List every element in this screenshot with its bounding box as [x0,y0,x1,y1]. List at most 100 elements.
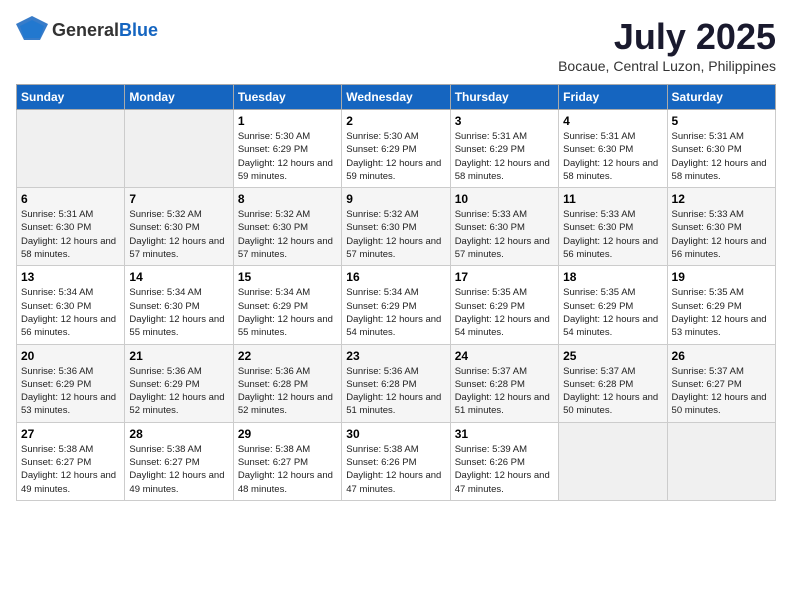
day-number: 23 [346,349,445,363]
day-number: 31 [455,427,554,441]
calendar-cell: 22 Sunrise: 5:36 AM Sunset: 6:28 PM Dayli… [233,344,341,422]
calendar-cell: 21 Sunrise: 5:36 AM Sunset: 6:29 PM Dayli… [125,344,233,422]
day-number: 21 [129,349,228,363]
calendar-cell: 4Sunrise: 5:31 AM Sunset: 6:30 PM Daylig… [559,110,667,188]
day-number: 22 [238,349,337,363]
day-number: 30 [346,427,445,441]
day-info: Sunrise: 5:31 AM Sunset: 6:30 PM Dayligh… [21,208,120,261]
day-number: 9 [346,192,445,206]
calendar-cell [17,110,125,188]
calendar-cell: 10Sunrise: 5:33 AM Sunset: 6:30 PM Dayli… [450,188,558,266]
day-number: 13 [21,270,120,284]
day-info: Sunrise: 5:37 AM Sunset: 6:27 PM Dayligh… [672,365,771,418]
calendar-cell: 9 Sunrise: 5:32 AM Sunset: 6:30 PM Daylig… [342,188,450,266]
calendar-cell: 16Sunrise: 5:34 AM Sunset: 6:29 PM Dayli… [342,266,450,344]
location-title: Bocaue, Central Luzon, Philippines [558,58,776,74]
calendar-cell: 7Sunrise: 5:32 AM Sunset: 6:30 PM Daylig… [125,188,233,266]
calendar-week-5: 27Sunrise: 5:38 AM Sunset: 6:27 PM Dayli… [17,422,776,500]
month-title: July 2025 [558,16,776,58]
day-info: Sunrise: 5:37 AM Sunset: 6:28 PM Dayligh… [455,365,554,418]
weekday-header-friday: Friday [559,85,667,110]
calendar-cell: 8Sunrise: 5:32 AM Sunset: 6:30 PM Daylig… [233,188,341,266]
day-info: Sunrise: 5:31 AM Sunset: 6:29 PM Dayligh… [455,130,554,183]
day-number: 14 [129,270,228,284]
day-info: Sunrise: 5:38 AM Sunset: 6:26 PM Dayligh… [346,443,445,496]
day-info: Sunrise: 5:38 AM Sunset: 6:27 PM Dayligh… [238,443,337,496]
day-number: 15 [238,270,337,284]
calendar-cell: 1 Sunrise: 5:30 AM Sunset: 6:29 PM Daylig… [233,110,341,188]
calendar-cell: 26 Sunrise: 5:37 AM Sunset: 6:27 PM Dayli… [667,344,775,422]
calendar-cell: 19Sunrise: 5:35 AM Sunset: 6:29 PM Dayli… [667,266,775,344]
calendar-cell: 5Sunrise: 5:31 AM Sunset: 6:30 PM Daylig… [667,110,775,188]
day-number: 28 [129,427,228,441]
weekday-header-wednesday: Wednesday [342,85,450,110]
weekday-header-tuesday: Tuesday [233,85,341,110]
weekday-header-row: SundayMondayTuesdayWednesdayThursdayFrid… [17,85,776,110]
day-info: Sunrise: 5:36 AM Sunset: 6:28 PM Dayligh… [238,365,337,418]
day-info: Sunrise: 5:33 AM Sunset: 6:30 PM Dayligh… [455,208,554,261]
day-number: 1 [238,114,337,128]
day-info: Sunrise: 5:32 AM Sunset: 6:30 PM Dayligh… [346,208,445,261]
day-info: Sunrise: 5:34 AM Sunset: 6:30 PM Dayligh… [21,286,120,339]
calendar-week-1: 1 Sunrise: 5:30 AM Sunset: 6:29 PM Daylig… [17,110,776,188]
calendar-cell: 11Sunrise: 5:33 AM Sunset: 6:30 PM Dayli… [559,188,667,266]
title-block: July 2025 Bocaue, Central Luzon, Philipp… [558,16,776,74]
calendar-cell: 18Sunrise: 5:35 AM Sunset: 6:29 PM Dayli… [559,266,667,344]
day-info: Sunrise: 5:33 AM Sunset: 6:30 PM Dayligh… [563,208,662,261]
calendar-cell: 17Sunrise: 5:35 AM Sunset: 6:29 PM Dayli… [450,266,558,344]
calendar-cell: 31 Sunrise: 5:39 AM Sunset: 6:26 PM Dayli… [450,422,558,500]
calendar-cell: 3 Sunrise: 5:31 AM Sunset: 6:29 PM Daylig… [450,110,558,188]
day-number: 18 [563,270,662,284]
calendar-cell: 30 Sunrise: 5:38 AM Sunset: 6:26 PM Dayli… [342,422,450,500]
calendar-cell: 13 Sunrise: 5:34 AM Sunset: 6:30 PM Dayli… [17,266,125,344]
day-number: 20 [21,349,120,363]
calendar-cell: 23 Sunrise: 5:36 AM Sunset: 6:28 PM Dayli… [342,344,450,422]
day-info: Sunrise: 5:34 AM Sunset: 6:30 PM Dayligh… [129,286,228,339]
logo-blue: Blue [119,20,158,40]
logo-icon [16,16,48,44]
day-number: 2 [346,114,445,128]
day-info: Sunrise: 5:36 AM Sunset: 6:29 PM Dayligh… [21,365,120,418]
weekday-header-thursday: Thursday [450,85,558,110]
calendar-week-2: 6 Sunrise: 5:31 AM Sunset: 6:30 PM Daylig… [17,188,776,266]
page-header: GeneralBlue July 2025 Bocaue, Central Lu… [16,16,776,74]
day-info: Sunrise: 5:31 AM Sunset: 6:30 PM Dayligh… [672,130,771,183]
day-info: Sunrise: 5:31 AM Sunset: 6:30 PM Dayligh… [563,130,662,183]
day-number: 25 [563,349,662,363]
day-number: 29 [238,427,337,441]
calendar-cell [667,422,775,500]
day-info: Sunrise: 5:33 AM Sunset: 6:30 PM Dayligh… [672,208,771,261]
day-info: Sunrise: 5:34 AM Sunset: 6:29 PM Dayligh… [238,286,337,339]
weekday-header-saturday: Saturday [667,85,775,110]
calendar-cell: 25Sunrise: 5:37 AM Sunset: 6:28 PM Dayli… [559,344,667,422]
day-number: 17 [455,270,554,284]
day-info: Sunrise: 5:36 AM Sunset: 6:29 PM Dayligh… [129,365,228,418]
day-number: 26 [672,349,771,363]
calendar-cell: 12 Sunrise: 5:33 AM Sunset: 6:30 PM Dayli… [667,188,775,266]
weekday-header-monday: Monday [125,85,233,110]
day-number: 12 [672,192,771,206]
logo-general: General [52,20,119,40]
calendar-cell: 28 Sunrise: 5:38 AM Sunset: 6:27 PM Dayli… [125,422,233,500]
day-number: 24 [455,349,554,363]
calendar-cell: 15 Sunrise: 5:34 AM Sunset: 6:29 PM Dayli… [233,266,341,344]
calendar-cell: 27Sunrise: 5:38 AM Sunset: 6:27 PM Dayli… [17,422,125,500]
calendar-cell: 6 Sunrise: 5:31 AM Sunset: 6:30 PM Daylig… [17,188,125,266]
day-info: Sunrise: 5:30 AM Sunset: 6:29 PM Dayligh… [346,130,445,183]
day-info: Sunrise: 5:39 AM Sunset: 6:26 PM Dayligh… [455,443,554,496]
calendar-cell: 2 Sunrise: 5:30 AM Sunset: 6:29 PM Daylig… [342,110,450,188]
day-number: 16 [346,270,445,284]
day-info: Sunrise: 5:36 AM Sunset: 6:28 PM Dayligh… [346,365,445,418]
day-info: Sunrise: 5:35 AM Sunset: 6:29 PM Dayligh… [672,286,771,339]
day-info: Sunrise: 5:38 AM Sunset: 6:27 PM Dayligh… [21,443,120,496]
day-info: Sunrise: 5:32 AM Sunset: 6:30 PM Dayligh… [129,208,228,261]
calendar-cell: 24 Sunrise: 5:37 AM Sunset: 6:28 PM Dayli… [450,344,558,422]
calendar-cell: 29 Sunrise: 5:38 AM Sunset: 6:27 PM Dayli… [233,422,341,500]
calendar-table: SundayMondayTuesdayWednesdayThursdayFrid… [16,84,776,501]
logo: GeneralBlue [16,16,158,44]
day-info: Sunrise: 5:38 AM Sunset: 6:27 PM Dayligh… [129,443,228,496]
day-number: 6 [21,192,120,206]
day-info: Sunrise: 5:30 AM Sunset: 6:29 PM Dayligh… [238,130,337,183]
calendar-cell: 20 Sunrise: 5:36 AM Sunset: 6:29 PM Dayli… [17,344,125,422]
day-number: 3 [455,114,554,128]
